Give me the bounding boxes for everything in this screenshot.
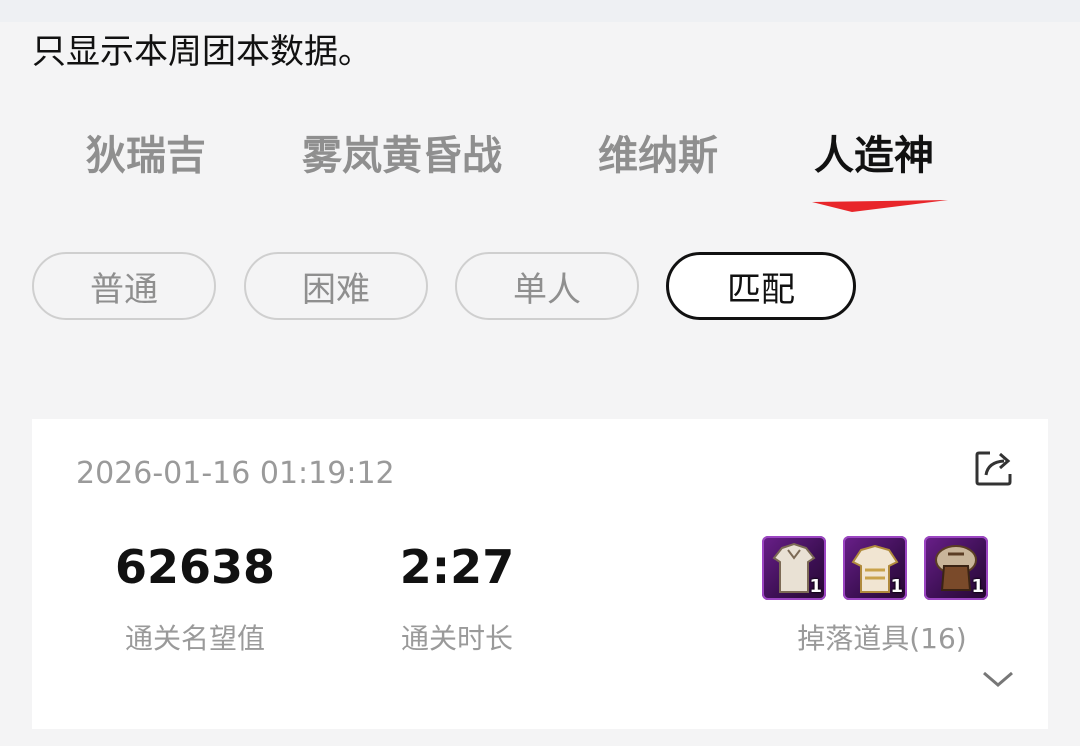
drop-item[interactable]: 1 xyxy=(924,536,988,600)
chip-difficulty-4[interactable]: 匹配 xyxy=(666,252,856,320)
chip-difficulty-3[interactable]: 单人 xyxy=(455,252,639,320)
drop-item[interactable]: 1 xyxy=(843,536,907,600)
share-icon[interactable] xyxy=(974,447,1016,487)
active-tab-indicator xyxy=(812,200,948,212)
fame-value: 62638 xyxy=(114,540,276,594)
chip-difficulty-1[interactable]: 普通 xyxy=(32,252,216,320)
drop-items-label: 掉落道具(16) xyxy=(797,622,967,655)
drop-items: 1 1 1 xyxy=(760,536,990,602)
drop-item[interactable]: 1 xyxy=(762,536,826,600)
item-count: 1 xyxy=(971,576,984,597)
top-strip xyxy=(0,0,1080,22)
item-count: 1 xyxy=(890,576,903,597)
item-count: 1 xyxy=(809,576,822,597)
clear-record-card: 2026-01-16 01:19:12 62638 通关名望值 2:27 通关时… xyxy=(32,419,1048,729)
chevron-down-icon[interactable] xyxy=(980,667,1016,691)
fame-label: 通关名望值 xyxy=(124,622,265,655)
weekly-data-notice: 只显示本周团本数据。 xyxy=(32,32,372,72)
tab-raid-3[interactable]: 维纳斯 xyxy=(598,128,718,184)
duration-value: 2:27 xyxy=(399,540,515,594)
tab-raid-1[interactable]: 狄瑞吉 xyxy=(86,128,206,184)
tab-raid-2[interactable]: 雾岚黄昏战 xyxy=(302,128,502,184)
raid-tab-bar: 狄瑞吉 雾岚黄昏战 维纳斯 人造神 xyxy=(0,128,1080,188)
duration-label: 通关时长 xyxy=(400,622,513,655)
tab-raid-4[interactable]: 人造神 xyxy=(814,128,934,184)
difficulty-filter: 普通 困难 单人 匹配 xyxy=(0,252,1080,324)
chip-difficulty-2[interactable]: 困难 xyxy=(244,252,428,320)
record-timestamp: 2026-01-16 01:19:12 xyxy=(76,456,395,491)
